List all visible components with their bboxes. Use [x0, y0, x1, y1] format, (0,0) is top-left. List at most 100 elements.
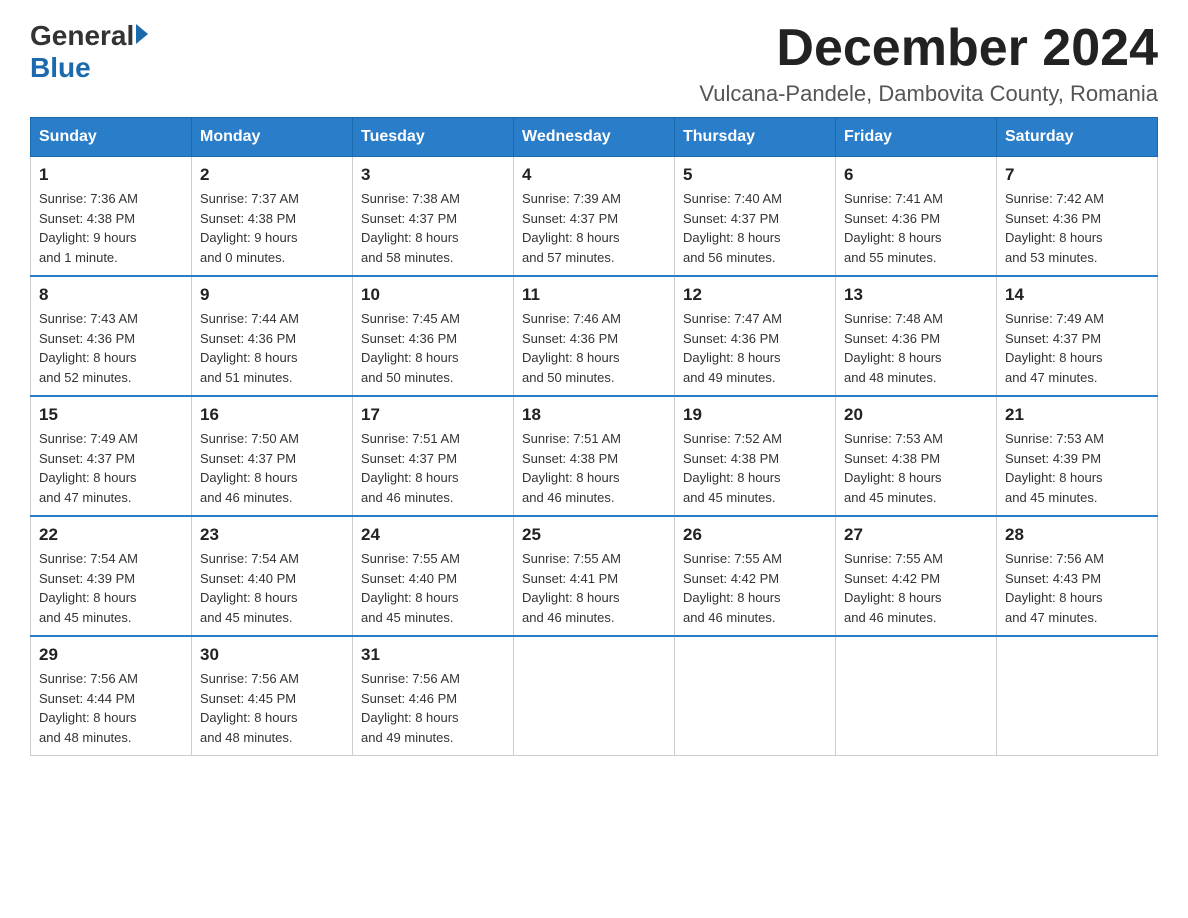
- day-info: Sunrise: 7:43 AMSunset: 4:36 PMDaylight:…: [39, 309, 183, 387]
- day-info: Sunrise: 7:56 AMSunset: 4:45 PMDaylight:…: [200, 669, 344, 747]
- logo-blue: Blue: [30, 52, 91, 84]
- column-header-wednesday: Wednesday: [514, 118, 675, 157]
- day-number: 11: [522, 285, 666, 305]
- day-info: Sunrise: 7:56 AMSunset: 4:44 PMDaylight:…: [39, 669, 183, 747]
- calendar-cell: 2 Sunrise: 7:37 AMSunset: 4:38 PMDaylight…: [192, 157, 353, 277]
- logo-general: General: [30, 20, 134, 52]
- day-info: Sunrise: 7:50 AMSunset: 4:37 PMDaylight:…: [200, 429, 344, 507]
- day-number: 31: [361, 645, 505, 665]
- logo-text: General: [30, 20, 148, 52]
- day-info: Sunrise: 7:51 AMSunset: 4:37 PMDaylight:…: [361, 429, 505, 507]
- day-number: 10: [361, 285, 505, 305]
- day-number: 9: [200, 285, 344, 305]
- column-header-friday: Friday: [836, 118, 997, 157]
- day-number: 21: [1005, 405, 1149, 425]
- calendar-cell: 31Sunrise: 7:56 AMSunset: 4:46 PMDayligh…: [353, 636, 514, 756]
- day-number: 13: [844, 285, 988, 305]
- day-info: Sunrise: 7:54 AMSunset: 4:40 PMDaylight:…: [200, 549, 344, 627]
- calendar-cell: 5 Sunrise: 7:40 AMSunset: 4:37 PMDaylight…: [675, 157, 836, 277]
- day-number: 19: [683, 405, 827, 425]
- day-info: Sunrise: 7:55 AMSunset: 4:42 PMDaylight:…: [844, 549, 988, 627]
- calendar-table: SundayMondayTuesdayWednesdayThursdayFrid…: [30, 117, 1158, 756]
- calendar-week-4: 22 Sunrise: 7:54 AMSunset: 4:39 PMDayligh…: [31, 516, 1158, 636]
- day-number: 15: [39, 405, 183, 425]
- column-header-sunday: Sunday: [31, 118, 192, 157]
- calendar-cell: 20 Sunrise: 7:53 AMSunset: 4:38 PMDayligh…: [836, 396, 997, 516]
- day-number: 30: [200, 645, 344, 665]
- day-info: Sunrise: 7:46 AMSunset: 4:36 PMDaylight:…: [522, 309, 666, 387]
- calendar-cell: 22 Sunrise: 7:54 AMSunset: 4:39 PMDayligh…: [31, 516, 192, 636]
- calendar-week-5: 29 Sunrise: 7:56 AMSunset: 4:44 PMDayligh…: [31, 636, 1158, 756]
- day-info: Sunrise: 7:47 AMSunset: 4:36 PMDaylight:…: [683, 309, 827, 387]
- day-info: Sunrise: 7:42 AMSunset: 4:36 PMDaylight:…: [1005, 189, 1149, 267]
- day-number: 25: [522, 525, 666, 545]
- day-info: Sunrise: 7:53 AMSunset: 4:38 PMDaylight:…: [844, 429, 988, 507]
- day-info: Sunrise: 7:48 AMSunset: 4:36 PMDaylight:…: [844, 309, 988, 387]
- calendar-cell: 19 Sunrise: 7:52 AMSunset: 4:38 PMDayligh…: [675, 396, 836, 516]
- calendar-cell: 11 Sunrise: 7:46 AMSunset: 4:36 PMDayligh…: [514, 276, 675, 396]
- calendar-cell: 8 Sunrise: 7:43 AMSunset: 4:36 PMDaylight…: [31, 276, 192, 396]
- day-info: Sunrise: 7:41 AMSunset: 4:36 PMDaylight:…: [844, 189, 988, 267]
- day-number: 29: [39, 645, 183, 665]
- calendar-cell: 16 Sunrise: 7:50 AMSunset: 4:37 PMDayligh…: [192, 396, 353, 516]
- day-number: 20: [844, 405, 988, 425]
- day-number: 27: [844, 525, 988, 545]
- day-number: 6: [844, 165, 988, 185]
- calendar-cell: 6 Sunrise: 7:41 AMSunset: 4:36 PMDaylight…: [836, 157, 997, 277]
- calendar-cell: 3 Sunrise: 7:38 AMSunset: 4:37 PMDaylight…: [353, 157, 514, 277]
- day-number: 5: [683, 165, 827, 185]
- day-number: 16: [200, 405, 344, 425]
- day-info: Sunrise: 7:55 AMSunset: 4:40 PMDaylight:…: [361, 549, 505, 627]
- column-header-monday: Monday: [192, 118, 353, 157]
- location-title: Vulcana-Pandele, Dambovita County, Roman…: [699, 81, 1158, 107]
- calendar-cell: 21Sunrise: 7:53 AMSunset: 4:39 PMDayligh…: [997, 396, 1158, 516]
- calendar-cell: 14 Sunrise: 7:49 AMSunset: 4:37 PMDayligh…: [997, 276, 1158, 396]
- day-info: Sunrise: 7:55 AMSunset: 4:41 PMDaylight:…: [522, 549, 666, 627]
- day-info: Sunrise: 7:55 AMSunset: 4:42 PMDaylight:…: [683, 549, 827, 627]
- day-number: 14: [1005, 285, 1149, 305]
- day-info: Sunrise: 7:40 AMSunset: 4:37 PMDaylight:…: [683, 189, 827, 267]
- day-number: 7: [1005, 165, 1149, 185]
- calendar-cell: [997, 636, 1158, 756]
- day-header-row: SundayMondayTuesdayWednesdayThursdayFrid…: [31, 118, 1158, 157]
- day-number: 22: [39, 525, 183, 545]
- day-number: 3: [361, 165, 505, 185]
- day-number: 2: [200, 165, 344, 185]
- calendar-cell: 27 Sunrise: 7:55 AMSunset: 4:42 PMDayligh…: [836, 516, 997, 636]
- calendar-cell: 29 Sunrise: 7:56 AMSunset: 4:44 PMDayligh…: [31, 636, 192, 756]
- day-number: 1: [39, 165, 183, 185]
- calendar-cell: [836, 636, 997, 756]
- calendar-cell: 17Sunrise: 7:51 AMSunset: 4:37 PMDayligh…: [353, 396, 514, 516]
- calendar-cell: 23Sunrise: 7:54 AMSunset: 4:40 PMDayligh…: [192, 516, 353, 636]
- calendar-cell: 25 Sunrise: 7:55 AMSunset: 4:41 PMDayligh…: [514, 516, 675, 636]
- day-info: Sunrise: 7:38 AMSunset: 4:37 PMDaylight:…: [361, 189, 505, 267]
- day-number: 12: [683, 285, 827, 305]
- day-number: 28: [1005, 525, 1149, 545]
- calendar-cell: 12 Sunrise: 7:47 AMSunset: 4:36 PMDayligh…: [675, 276, 836, 396]
- day-info: Sunrise: 7:45 AMSunset: 4:36 PMDaylight:…: [361, 309, 505, 387]
- month-title: December 2024: [699, 20, 1158, 77]
- calendar-cell: 30 Sunrise: 7:56 AMSunset: 4:45 PMDayligh…: [192, 636, 353, 756]
- day-number: 8: [39, 285, 183, 305]
- calendar-cell: 28Sunrise: 7:56 AMSunset: 4:43 PMDayligh…: [997, 516, 1158, 636]
- day-info: Sunrise: 7:54 AMSunset: 4:39 PMDaylight:…: [39, 549, 183, 627]
- calendar-cell: 18Sunrise: 7:51 AMSunset: 4:38 PMDayligh…: [514, 396, 675, 516]
- calendar-cell: 24 Sunrise: 7:55 AMSunset: 4:40 PMDayligh…: [353, 516, 514, 636]
- logo: General Blue: [30, 20, 148, 84]
- day-number: 24: [361, 525, 505, 545]
- logo-arrow-icon: [136, 24, 148, 44]
- calendar-cell: 1Sunrise: 7:36 AMSunset: 4:38 PMDaylight…: [31, 157, 192, 277]
- calendar-cell: 26Sunrise: 7:55 AMSunset: 4:42 PMDayligh…: [675, 516, 836, 636]
- calendar-cell: [675, 636, 836, 756]
- day-info: Sunrise: 7:52 AMSunset: 4:38 PMDaylight:…: [683, 429, 827, 507]
- calendar-week-3: 15 Sunrise: 7:49 AMSunset: 4:37 PMDayligh…: [31, 396, 1158, 516]
- day-info: Sunrise: 7:37 AMSunset: 4:38 PMDaylight:…: [200, 189, 344, 267]
- day-number: 18: [522, 405, 666, 425]
- title-section: December 2024 Vulcana-Pandele, Dambovita…: [699, 20, 1158, 107]
- day-info: Sunrise: 7:49 AMSunset: 4:37 PMDaylight:…: [1005, 309, 1149, 387]
- calendar-cell: 15 Sunrise: 7:49 AMSunset: 4:37 PMDayligh…: [31, 396, 192, 516]
- calendar-cell: 10 Sunrise: 7:45 AMSunset: 4:36 PMDayligh…: [353, 276, 514, 396]
- day-info: Sunrise: 7:49 AMSunset: 4:37 PMDaylight:…: [39, 429, 183, 507]
- calendar-cell: 9Sunrise: 7:44 AMSunset: 4:36 PMDaylight…: [192, 276, 353, 396]
- column-header-tuesday: Tuesday: [353, 118, 514, 157]
